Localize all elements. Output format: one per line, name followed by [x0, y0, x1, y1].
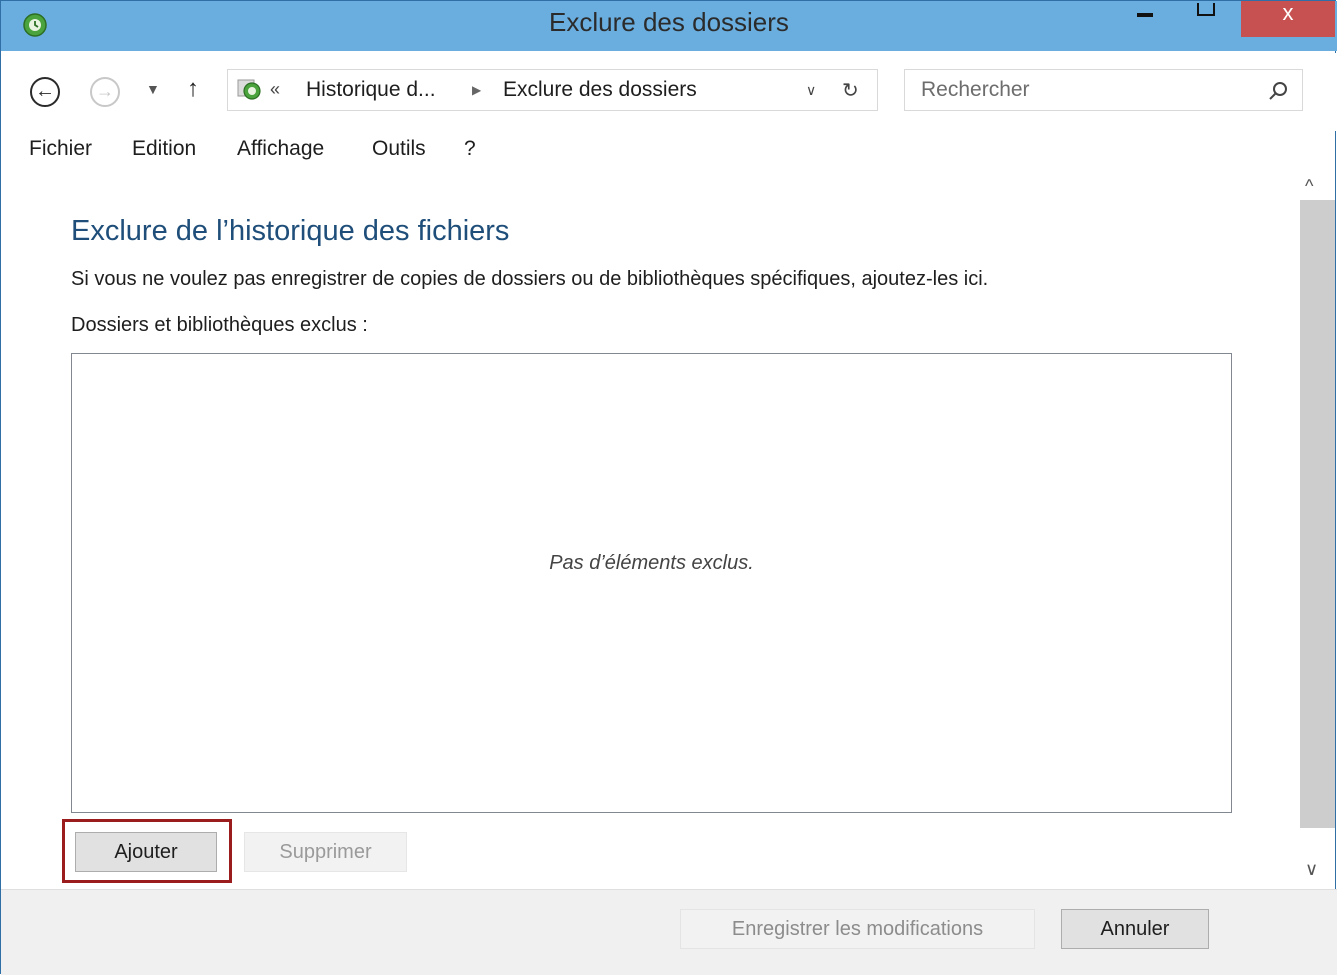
address-dropdown-icon[interactable]: ∨ — [806, 82, 816, 99]
breadcrumb-historique[interactable]: Historique d... — [306, 78, 436, 102]
search-icon[interactable] — [1267, 80, 1289, 102]
menu-outils[interactable]: Outils — [372, 137, 426, 161]
page-description: Si vous ne voulez pas enregistrer de cop… — [71, 268, 989, 290]
scroll-up-icon[interactable]: ^ — [1305, 176, 1313, 197]
close-button[interactable]: x — [1241, 1, 1335, 37]
menu-bar — [1, 131, 1337, 171]
back-button[interactable]: ← — [30, 77, 60, 107]
cancel-button[interactable]: Annuler — [1061, 909, 1209, 949]
minimize-icon — [1137, 13, 1153, 17]
scrollbar-thumb[interactable] — [1300, 200, 1335, 828]
up-arrow-icon: ↑ — [187, 75, 199, 102]
maximize-button[interactable] — [1179, 1, 1235, 35]
recent-locations-button[interactable]: ▼ — [146, 81, 160, 97]
search-input[interactable]: Rechercher — [904, 69, 1303, 111]
address-bar[interactable]: « Historique d... ▶ Exclure des dossiers… — [227, 69, 878, 111]
save-changes-button[interactable]: Enregistrer les modifications — [680, 909, 1035, 949]
menu-affichage[interactable]: Affichage — [237, 137, 324, 161]
page-title: Exclure de l’historique des fichiers — [71, 215, 510, 247]
search-placeholder: Rechercher — [921, 78, 1030, 101]
close-icon: x — [1282, 0, 1294, 25]
back-arrow-icon: ← — [35, 80, 55, 102]
forward-arrow-icon: → — [96, 81, 114, 101]
address-overflow[interactable]: « — [270, 79, 280, 100]
chevron-down-icon: ▼ — [146, 81, 160, 97]
menu-edition[interactable]: Edition — [132, 137, 196, 161]
forward-button[interactable]: → — [90, 77, 120, 107]
breadcrumb-separator-icon[interactable]: ▶ — [472, 83, 481, 97]
breadcrumb-exclure[interactable]: Exclure des dossiers — [503, 78, 697, 102]
menu-fichier[interactable]: Fichier — [29, 137, 92, 161]
remove-button[interactable]: Supprimer — [244, 832, 407, 872]
up-button[interactable]: ↑ — [187, 75, 199, 103]
file-history-small-icon — [237, 79, 261, 100]
minimize-button[interactable] — [1117, 1, 1173, 35]
title-bar: Exclure des dossiers x — [1, 1, 1337, 51]
excluded-list-label: Dossiers et bibliothèques exclus : — [71, 314, 368, 336]
maximize-icon — [1197, 3, 1215, 16]
menu-help[interactable]: ? — [464, 137, 476, 161]
scroll-down-icon[interactable]: ∨ — [1305, 859, 1318, 880]
refresh-icon[interactable]: ↻ — [842, 78, 859, 103]
excluded-items-list[interactable]: Pas d’éléments exclus. — [71, 353, 1232, 813]
empty-list-message: Pas d’éléments exclus. — [549, 552, 754, 574]
add-button[interactable]: Ajouter — [75, 832, 217, 872]
file-history-window: Exclure des dossiers x ← → ▼ ↑ « Histori… — [0, 0, 1337, 975]
